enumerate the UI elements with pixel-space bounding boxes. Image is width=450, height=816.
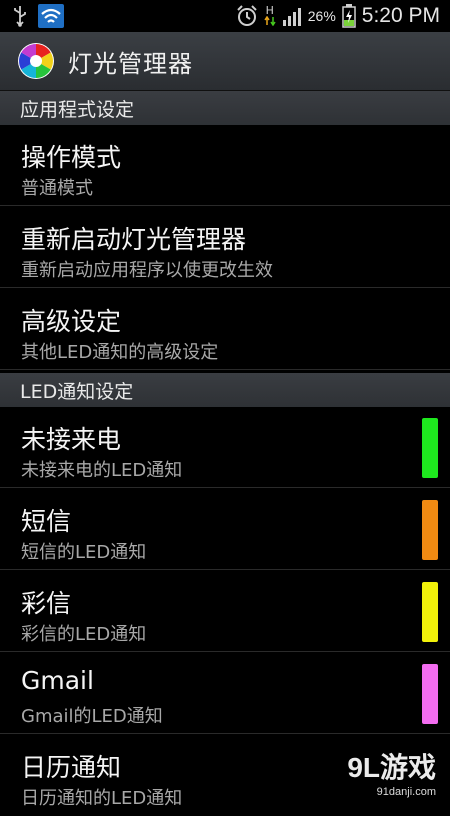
rgb-color-wheel-icon[interactable] <box>16 41 56 81</box>
wifi-icon <box>38 4 64 28</box>
usb-icon <box>12 5 28 27</box>
battery-percent: 26% <box>307 8 336 24</box>
item-title: 重新启动灯光管理器 <box>21 225 247 254</box>
item-title: Gmail <box>21 666 94 695</box>
led-color-swatch[interactable] <box>422 500 438 560</box>
app-title: 灯光管理器 <box>68 49 193 78</box>
led-gmail[interactable]: Gmail Gmail的LED通知 <box>0 654 450 734</box>
section-header-led-settings: LED通知设定 <box>0 373 450 407</box>
led-color-swatch[interactable] <box>422 418 438 478</box>
item-subtitle: 未接来电的LED通知 <box>21 460 183 481</box>
item-title: 未接来电 <box>21 425 122 454</box>
section-header-app-settings: 应用程式设定 <box>0 91 450 125</box>
item-subtitle: Gmail的LED通知 <box>21 706 163 727</box>
item-subtitle: 其他LED通知的高级设定 <box>21 342 219 363</box>
item-subtitle: 短信的LED通知 <box>21 542 147 563</box>
item-title: 彩信 <box>21 589 72 618</box>
item-title: 短信 <box>21 507 72 536</box>
led-mms[interactable]: 彩信 彩信的LED通知 <box>0 572 450 652</box>
watermark-url: 91danji.com <box>376 786 436 798</box>
item-subtitle: 普通模式 <box>21 178 93 199</box>
item-subtitle: 重新启动应用程序以使更改生效 <box>21 260 273 281</box>
setting-operation-mode[interactable]: 操作模式 普通模式 <box>0 126 450 206</box>
item-subtitle: 日历通知的LED通知 <box>21 788 183 809</box>
signal-icon <box>282 6 302 26</box>
item-title: 日历通知 <box>21 753 122 782</box>
led-color-swatch[interactable] <box>422 664 438 724</box>
status-time: 5:20 PM <box>361 4 440 27</box>
item-title: 高级设定 <box>21 307 122 336</box>
led-color-swatch[interactable] <box>422 582 438 642</box>
setting-restart-manager[interactable]: 重新启动灯光管理器 重新启动应用程序以使更改生效 <box>0 208 450 288</box>
alarm-icon <box>236 5 258 27</box>
status-bar: H 26% 5:20 PM <box>0 0 450 32</box>
app-title-bar: 灯光管理器 <box>0 32 450 91</box>
led-sms[interactable]: 短信 短信的LED通知 <box>0 490 450 570</box>
setting-advanced[interactable]: 高级设定 其他LED通知的高级设定 <box>0 290 450 370</box>
data-h-icon: H <box>264 5 276 26</box>
battery-charging-icon <box>342 4 356 28</box>
item-title: 操作模式 <box>21 143 122 172</box>
led-missed-call[interactable]: 未接来电 未接来电的LED通知 <box>0 408 450 488</box>
watermark: 9L游戏 91danji.com <box>347 746 436 798</box>
watermark-logo: 9L游戏 <box>347 752 436 783</box>
item-subtitle: 彩信的LED通知 <box>21 624 147 645</box>
